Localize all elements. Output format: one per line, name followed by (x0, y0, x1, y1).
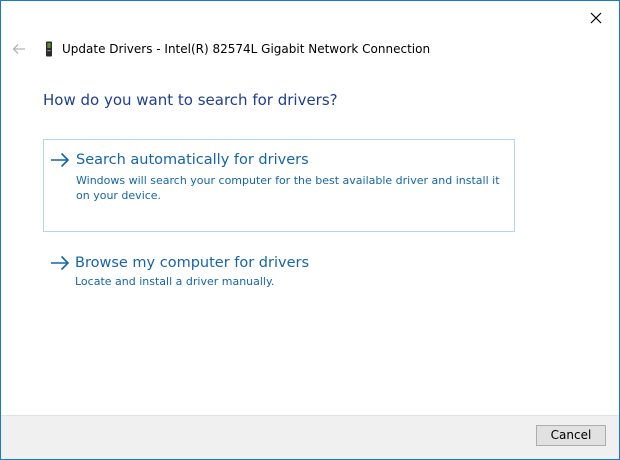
option-description: Locate and install a driver manually. (75, 275, 275, 288)
arrow-right-icon (50, 152, 70, 168)
dialog-footer: Cancel (1, 415, 619, 459)
browse-computer-option[interactable]: Browse my computer for drivers Locate an… (43, 244, 515, 304)
option-title: Search automatically for drivers (76, 152, 309, 168)
window-title: Update Drivers - Intel(R) 82574L Gigabit… (62, 42, 431, 56)
title-row: Update Drivers - Intel(R) 82574L Gigabit… (1, 37, 619, 61)
cancel-button[interactable]: Cancel (536, 425, 606, 446)
option-title: Browse my computer for drivers (75, 255, 310, 271)
close-icon (590, 12, 602, 24)
search-automatically-option[interactable]: Search automatically for drivers Windows… (43, 139, 515, 232)
option-description: Windows will search your computer for th… (76, 174, 500, 202)
page-heading: How do you want to search for drivers? (43, 91, 338, 109)
arrow-right-icon (50, 255, 70, 271)
network-device-icon (44, 41, 54, 57)
close-button[interactable] (579, 5, 613, 31)
back-arrow-icon[interactable] (11, 41, 27, 57)
update-drivers-dialog: Update Drivers - Intel(R) 82574L Gigabit… (0, 0, 620, 460)
